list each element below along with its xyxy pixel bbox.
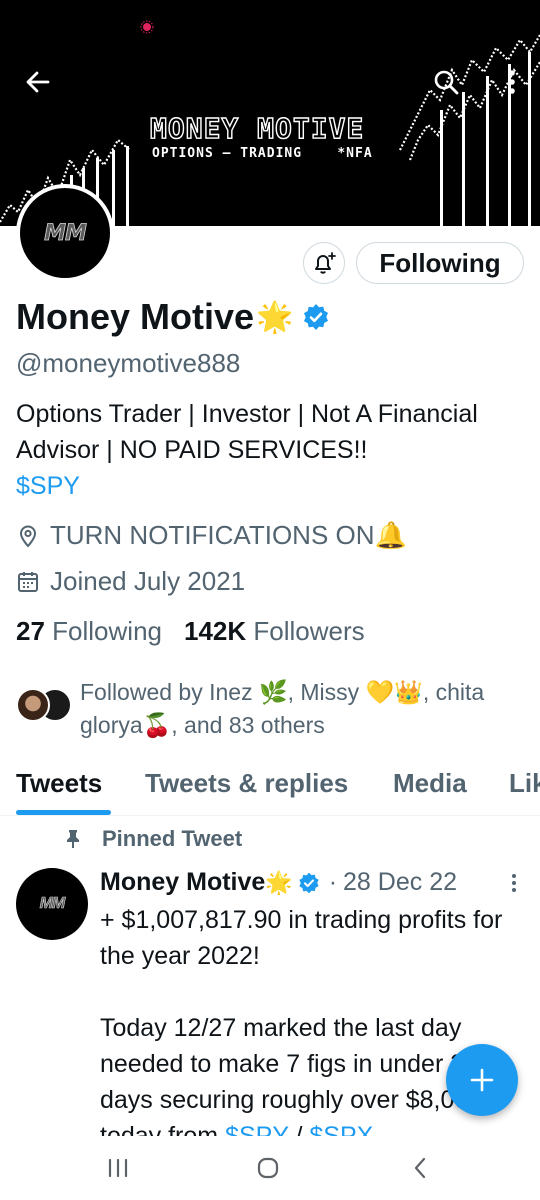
sparkle-emoji-icon: 🌟 [256, 300, 294, 334]
following-count: 27 [16, 616, 45, 646]
notifications-button[interactable] [303, 242, 345, 284]
home-icon [257, 1157, 279, 1179]
plus-icon [470, 1068, 494, 1092]
tweet-separator: · [328, 868, 338, 896]
profile-handle: @moneymotive888 [16, 348, 241, 378]
profile-bio: Options Trader | Investor | Not A Financ… [16, 396, 526, 504]
follow-stats: 27 Following 142K Followers [16, 616, 365, 647]
banner-title: MONEY MOTIVE [149, 111, 365, 145]
calendar-icon [18, 571, 38, 592]
arrow-left-icon [26, 71, 50, 93]
avatar-logo-text: MM [44, 220, 88, 246]
camera-indicator-icon [140, 20, 154, 34]
search-button[interactable] [428, 64, 464, 100]
recent-apps-icon [108, 1158, 128, 1178]
followers-label: Followers [253, 616, 365, 646]
tweet-author-avatar[interactable]: MM [16, 868, 88, 940]
back-chevron-icon [414, 1157, 426, 1179]
pin-icon [67, 830, 79, 848]
profile-avatar[interactable]: MM [16, 184, 114, 282]
tweet-more-button[interactable] [502, 870, 526, 896]
home-button[interactable] [248, 1150, 288, 1186]
bell-plus-icon [315, 252, 336, 274]
banner-subtitle: OPTIONS — TRADING *NFA [152, 146, 373, 161]
profile-joined-date: Joined July 2021 [16, 566, 245, 597]
following-label: Following [52, 616, 162, 646]
joined-text: Joined July 2021 [50, 566, 246, 596]
following-button[interactable]: Following [356, 242, 524, 284]
verified-badge-icon [304, 304, 329, 330]
pinned-text: Pinned Tweet [102, 826, 243, 851]
tweet-date[interactable]: 28 Dec 22 [343, 868, 457, 897]
followed-by-text: Followed by Inez 🌿, Missy 💛👑, chita glor… [80, 679, 485, 738]
tweet-avatar-logo-text: MM [39, 895, 65, 913]
tab-likes[interactable]: Likes [509, 768, 540, 799]
mutual-avatars [16, 688, 76, 722]
display-name: Money Motive 🌟 [16, 296, 331, 338]
recent-apps-button[interactable] [98, 1150, 138, 1186]
back-button[interactable] [20, 64, 56, 100]
bio-text: Options Trader | Investor | Not A Financ… [16, 400, 478, 464]
pinned-label: Pinned Tweet [66, 826, 242, 852]
location-text: TURN NOTIFICATIONS ON🔔 [50, 520, 407, 550]
system-navigation-bar [0, 1136, 540, 1200]
followers-count: 142K [183, 616, 247, 646]
mutual-avatar [16, 688, 50, 722]
active-tab-indicator [16, 810, 111, 815]
tab-tweets-replies[interactable]: Tweets & replies [145, 768, 348, 799]
verified-badge-icon [299, 872, 319, 893]
tweet-header: Money Motive 🌟 · 28 Dec 22 [100, 868, 457, 897]
tweet-body[interactable]: + $1,007,817.90 in trading profits for t… [100, 902, 520, 1154]
tweet-author-name[interactable]: Money Motive [100, 868, 265, 897]
search-icon [434, 70, 459, 95]
more-vertical-icon [512, 874, 516, 892]
tab-tweets[interactable]: Tweets [16, 768, 102, 799]
tweet-text-line: + $1,007,817.90 in trading profits for t… [100, 906, 503, 970]
sparkle-emoji-icon: 🌟 [265, 869, 293, 895]
bio-cashtag-link[interactable]: $SPY [16, 472, 80, 500]
compose-tweet-button[interactable] [446, 1044, 518, 1116]
more-options-button[interactable] [494, 64, 530, 100]
followers-link[interactable]: 142K Followers [184, 616, 365, 646]
system-back-button[interactable] [400, 1150, 440, 1186]
display-name-text: Money Motive [16, 296, 255, 337]
profile-location: TURN NOTIFICATIONS ON🔔 [16, 520, 407, 551]
following-link[interactable]: 27 Following [16, 616, 162, 646]
tab-media[interactable]: Media [393, 768, 467, 799]
location-pin-icon [19, 525, 37, 547]
more-vertical-icon [509, 70, 515, 94]
profile-tabs: Tweets Tweets & replies Media Likes [0, 760, 540, 816]
